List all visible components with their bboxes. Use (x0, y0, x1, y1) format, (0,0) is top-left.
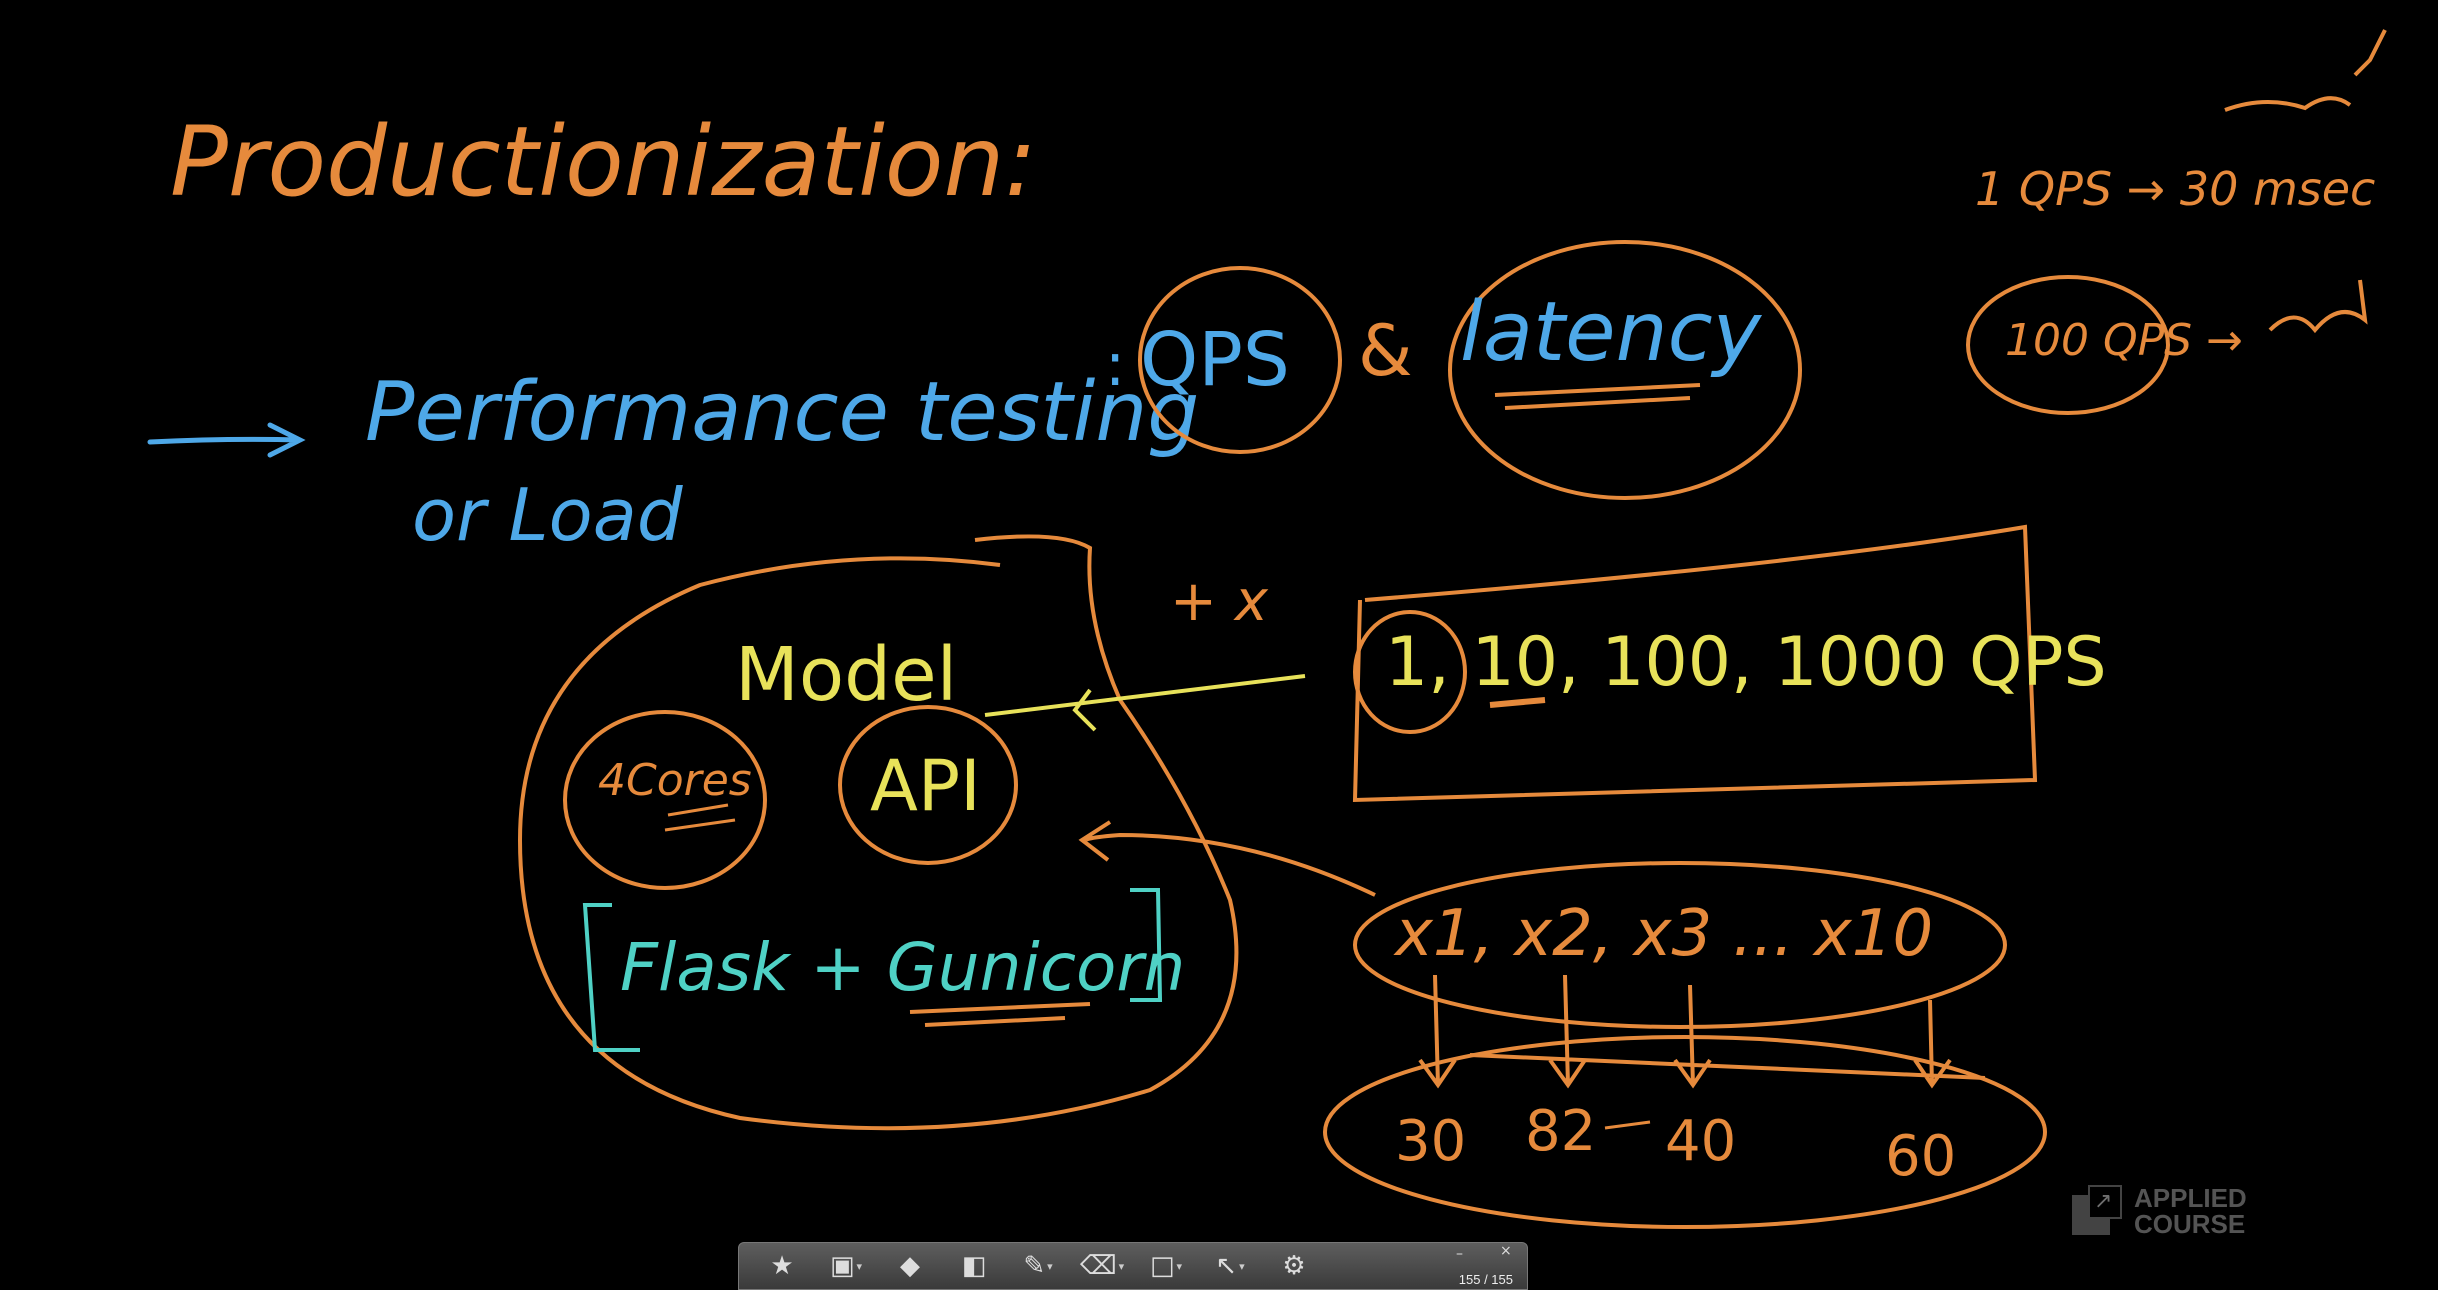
highlighter-icon[interactable]: ◆ (881, 1246, 939, 1286)
or-load-text: or Load (412, 473, 684, 557)
screen-capture-icon[interactable]: ▣ ▾ (817, 1246, 875, 1286)
hundred-qps-squiggle (2268, 279, 2368, 334)
pen-icon[interactable]: ✎ ▾ (1009, 1246, 1067, 1286)
pointer-icon[interactable]: ↖ ▾ (1201, 1246, 1259, 1286)
hundred-qps-note: 100 QPS → (2005, 315, 2243, 366)
arrow-82-40 (1604, 1120, 1651, 1130)
api-text: API (870, 745, 981, 827)
load-arrow (984, 674, 1306, 732)
star-icon[interactable]: ★ (753, 1246, 811, 1286)
qps-text: QPS (1140, 317, 1290, 403)
annotation-toolbar: ★ ▣ ▾ ◆ ◧ ✎ ▾ ⌫ ▾ □ ▾ ↖ ▾ ⚙ 155 / 155 (738, 1242, 1528, 1290)
whiteboard-icon[interactable]: □ ▾ (1137, 1246, 1195, 1286)
whiteboard-canvas[interactable]: Productionization: Performance testing :… (0, 0, 2438, 1290)
gunicorn-underline (909, 1002, 1091, 1027)
ampersand-text: & (1358, 310, 1413, 392)
model-blob (517, 534, 1239, 1131)
shape-icon[interactable]: ◧ (945, 1246, 1003, 1286)
eraser-icon[interactable]: ⌫ ▾ (1073, 1246, 1131, 1286)
latency-text: latency (1460, 285, 1763, 380)
latency-82: 82 (1525, 1099, 1596, 1164)
flask-gunicorn-text: Flask + Gunicorn (620, 929, 1185, 1006)
logo-line1: APPLIED (2134, 1183, 2247, 1213)
qps-levels-text: 1, 10, 100, 1000 QPS (1385, 623, 2107, 702)
down-arrows (1418, 974, 1986, 1089)
cores-text: 4Cores (598, 755, 752, 806)
arrow-icon (147, 422, 306, 458)
colon-text: : (1105, 330, 1125, 400)
x-label: + x (1170, 569, 1269, 634)
tick-marks (2224, 29, 2387, 112)
latency-30: 30 (1395, 1109, 1466, 1174)
settings-icon[interactable]: ⚙ (1265, 1246, 1323, 1286)
title-text: Productionization: (170, 106, 1037, 218)
logo-line2: COURSE (2134, 1209, 2246, 1239)
latency-60: 60 (1885, 1124, 1956, 1189)
latency-40: 40 (1665, 1109, 1736, 1174)
cores-underline (664, 803, 736, 832)
requests-arrow (1078, 820, 1376, 897)
logo-icon: ↗ (2072, 1185, 2124, 1237)
applied-course-logo: ↗ APPLIED COURSE (2072, 1176, 2272, 1246)
requests-text: x1, x2, x3 ... x10 (1393, 897, 1933, 971)
latency-underline (1494, 383, 1701, 410)
minimize-button[interactable]: – (1456, 1246, 1463, 1262)
page-counter: 155 / 155 (1458, 1272, 1513, 1287)
performance-testing-text: Performance testing (365, 365, 1199, 460)
one-qps-note: 1 QPS → 30 msec (1975, 162, 2375, 216)
close-button[interactable]: × (1500, 1243, 1512, 1259)
